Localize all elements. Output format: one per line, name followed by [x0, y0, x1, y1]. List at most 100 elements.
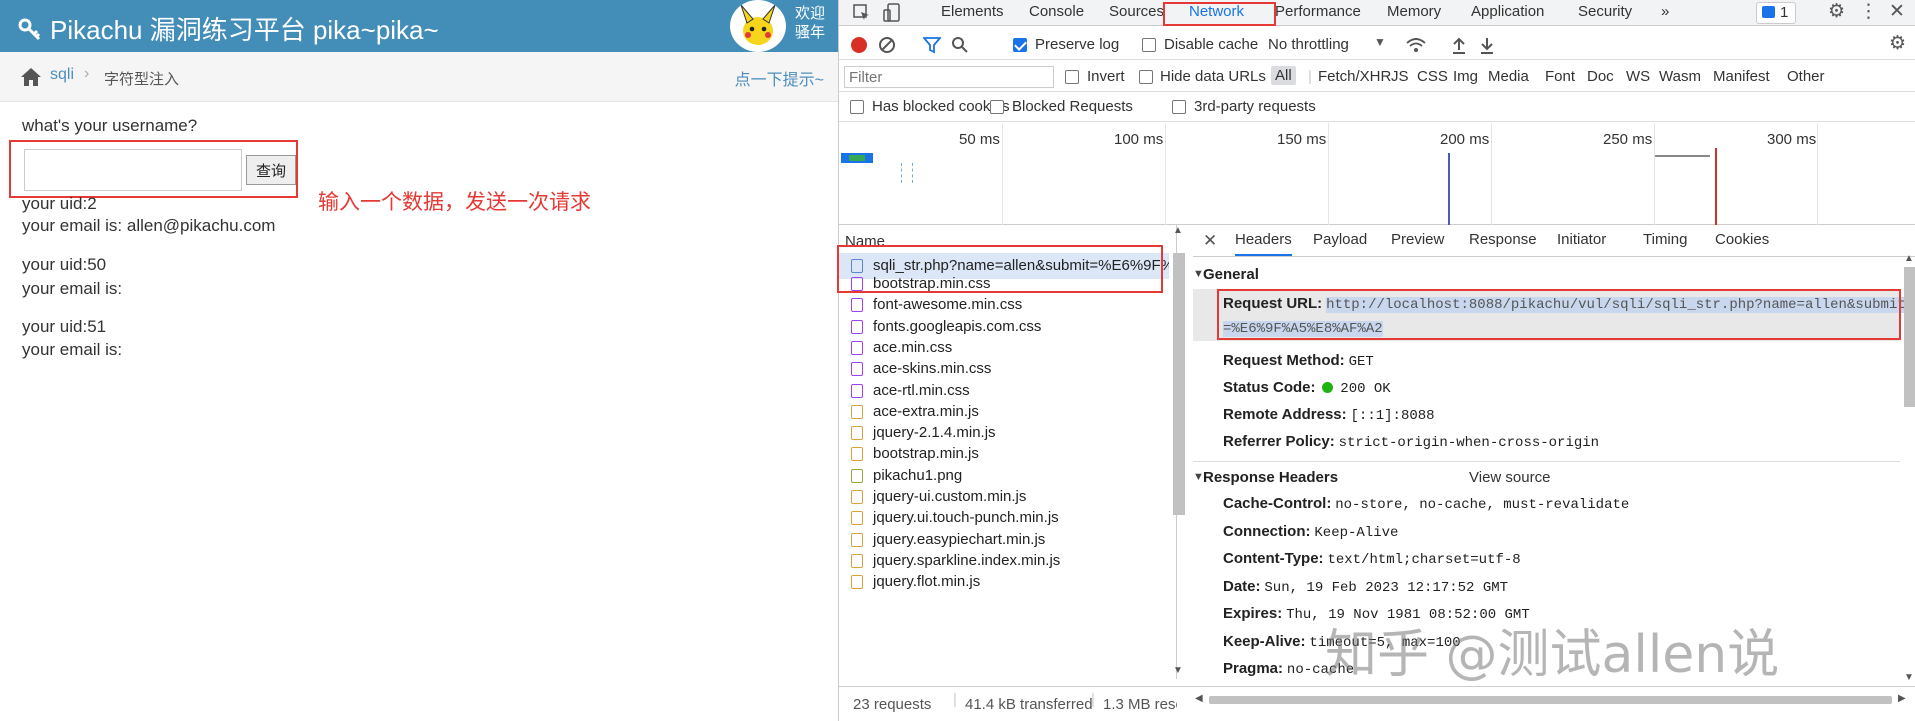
request-row[interactable]: jquery.flot.min.js	[839, 569, 1169, 595]
type-filter-wasm[interactable]: Wasm	[1659, 68, 1701, 85]
invert-checkbox[interactable]	[1065, 70, 1079, 84]
type-filter-xhr[interactable]: Fetch/XHR	[1308, 68, 1391, 85]
blocked-requests-checkbox[interactable]	[990, 100, 1004, 114]
horizontal-scrollbar[interactable]: ◀ ▶	[1193, 693, 1915, 707]
tick-line	[1491, 123, 1492, 225]
preserve-log-checkbox[interactable]	[1013, 38, 1027, 52]
export-har-icon[interactable]	[1479, 36, 1495, 54]
status-code-value: 200 OK	[1340, 381, 1391, 397]
chevron-down-icon[interactable]: ▼	[1374, 35, 1386, 49]
import-har-icon[interactable]	[1451, 36, 1467, 54]
tab-preview[interactable]: Preview	[1391, 231, 1444, 248]
referrer-policy: Referrer Policy: strict-origin-when-cros…	[1223, 433, 1599, 451]
tab-elements[interactable]: Elements	[941, 3, 1004, 20]
type-filter-doc[interactable]: Doc	[1587, 68, 1614, 85]
username-label: what's your username?	[22, 116, 198, 135]
highlight-box	[9, 140, 298, 198]
clear-icon[interactable]	[878, 36, 896, 54]
top-navbar: Pikachu 漏洞练习平台 pika~pika~ 欢迎 骚年	[0, 0, 838, 52]
scrollbar[interactable]	[1904, 267, 1915, 407]
scrollbar[interactable]	[1173, 253, 1185, 515]
tab-cookies[interactable]: Cookies	[1715, 231, 1769, 248]
filter-bar-secondary: Has blocked cookies Blocked Requests 3rd…	[839, 92, 1915, 122]
type-filter-img[interactable]: Img	[1453, 68, 1478, 85]
tab-memory[interactable]: Memory	[1387, 3, 1441, 20]
remote-address: Remote Address: [::1]:8088	[1223, 406, 1435, 424]
close-icon[interactable]: ✕	[1889, 0, 1905, 23]
highlight-box	[837, 245, 1163, 293]
tab-performance[interactable]: Performance	[1275, 3, 1361, 20]
response-header-key: Date:	[1223, 577, 1261, 595]
tabs-overflow[interactable]: »	[1661, 3, 1669, 20]
tab-security[interactable]: Security	[1578, 3, 1632, 20]
response-header-value: no-store, no-cache, must-revalidate	[1335, 497, 1630, 513]
response-header-value: Keep-Alive	[1314, 524, 1399, 541]
tick-label: 300 ms	[1767, 131, 1817, 148]
timeline-overview[interactable]: 50 ms 100 ms 150 ms 200 ms 250 ms 300 ms	[839, 123, 1915, 225]
tab-console[interactable]: Console	[1029, 3, 1084, 20]
welcome-line: 骚年	[795, 24, 826, 41]
scroll-thumb[interactable]	[1209, 696, 1892, 704]
inspect-icon[interactable]	[853, 4, 871, 22]
hide-data-urls-label: Hide data URLs	[1160, 68, 1266, 85]
tick-line	[1165, 123, 1166, 225]
blocked-cookies-checkbox[interactable]	[850, 100, 864, 114]
device-toggle-icon[interactable]	[883, 3, 901, 23]
home-icon[interactable]	[20, 67, 42, 87]
settings-gear-icon[interactable]: ⚙	[1828, 0, 1845, 23]
scroll-down-icon[interactable]: ▼	[1904, 672, 1914, 683]
scroll-left-icon[interactable]: ◀	[1195, 693, 1203, 704]
resources-size: 1.3 MB resou	[1103, 696, 1177, 713]
tab-timing[interactable]: Timing	[1643, 231, 1687, 248]
scroll-right-icon[interactable]: ▶	[1898, 693, 1906, 704]
type-filter-all[interactable]: All	[1271, 66, 1296, 85]
filter-input[interactable]	[844, 66, 1054, 88]
breadcrumb-current: 字符型注入	[104, 71, 180, 88]
avatar[interactable]	[730, 0, 786, 52]
result-uid: your uid:51	[22, 317, 107, 336]
tick-label: 150 ms	[1277, 131, 1327, 148]
scroll-down-icon[interactable]: ▼	[1173, 665, 1183, 676]
third-party-checkbox[interactable]	[1172, 100, 1186, 114]
key-icon	[18, 18, 41, 40]
type-filter-media[interactable]: Media	[1488, 68, 1529, 85]
type-filter-other[interactable]: Other	[1787, 68, 1825, 85]
general-section-title[interactable]: General	[1203, 266, 1259, 283]
brand[interactable]: Pikachu 漏洞练习平台 pika~pika~	[18, 10, 439, 47]
type-filter-js[interactable]: JS	[1391, 68, 1409, 85]
breadcrumb-sqli[interactable]: sqli	[50, 66, 74, 84]
filter-icon[interactable]	[923, 36, 941, 54]
network-conditions-icon[interactable]	[1406, 36, 1426, 54]
hide-data-urls-checkbox[interactable]	[1139, 70, 1153, 84]
response-headers-title[interactable]: Response Headers	[1203, 469, 1338, 486]
scroll-up-icon[interactable]: ▲	[1904, 253, 1914, 264]
tick-label: 100 ms	[1114, 131, 1164, 148]
type-filter-css[interactable]: CSS	[1417, 68, 1448, 85]
network-settings-gear-icon[interactable]: ⚙	[1889, 32, 1906, 55]
view-source-link[interactable]: View source	[1469, 469, 1550, 486]
more-vertical-icon[interactable]: ⋮	[1859, 0, 1878, 23]
tab-sources[interactable]: Sources	[1109, 3, 1164, 20]
tab-response[interactable]: Response	[1469, 231, 1537, 248]
tab-payload[interactable]: Payload	[1313, 231, 1367, 248]
tab-initiator[interactable]: Initiator	[1557, 231, 1606, 248]
issues-badge[interactable]: 1	[1756, 2, 1796, 24]
request-name: jquery.flot.min.js	[873, 573, 981, 591]
tab-headers[interactable]: Headers	[1235, 231, 1292, 256]
result-email: your email is:	[22, 279, 123, 298]
scroll-up-icon[interactable]: ▲	[1173, 225, 1183, 236]
search-icon[interactable]	[951, 36, 969, 54]
response-header-key: Content-Type:	[1223, 550, 1324, 567]
throttling-select[interactable]: No throttling	[1268, 36, 1349, 53]
type-filter-ws[interactable]: WS	[1626, 68, 1650, 85]
close-details-icon[interactable]: ✕	[1203, 231, 1217, 251]
hint-link[interactable]: 点一下提示~	[735, 66, 824, 90]
type-filter-manifest[interactable]: Manifest	[1713, 68, 1770, 85]
disable-cache-checkbox[interactable]	[1142, 38, 1156, 52]
request-name: ace-skins.min.css	[873, 360, 992, 378]
tab-application[interactable]: Application	[1471, 3, 1544, 20]
filter-bar: Invert Hide data URLs All | Fetch/XHR JS…	[839, 62, 1915, 92]
record-icon[interactable]	[851, 37, 867, 53]
referrer-policy-value: strict-origin-when-cross-origin	[1338, 435, 1600, 451]
type-filter-font[interactable]: Font	[1545, 68, 1575, 85]
